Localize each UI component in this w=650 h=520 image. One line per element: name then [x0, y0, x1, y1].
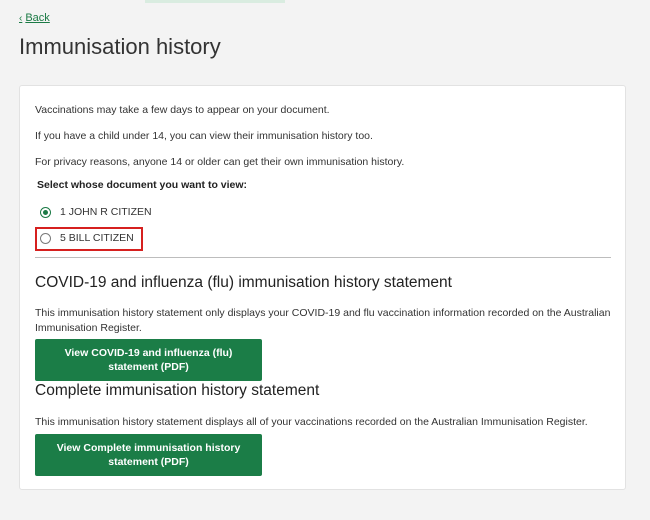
radio-unselected-icon[interactable] [40, 232, 51, 244]
info-text-delay: Vaccinations may take a few days to appe… [35, 104, 330, 116]
info-text-privacy: For privacy reasons, anyone 14 or older … [35, 156, 405, 168]
back-link-label: Back [25, 12, 50, 24]
radio-option-john[interactable]: 1 JOHN R CITIZEN [40, 206, 152, 218]
section-divider [35, 257, 611, 258]
covid-section-description: This immunisation history statement only… [35, 307, 611, 334]
chevron-left-icon: ‹ [19, 12, 23, 24]
radio-option-label: 1 JOHN R CITIZEN [60, 206, 152, 218]
content-card: Vaccinations may take a few days to appe… [19, 85, 626, 490]
view-complete-statement-button[interactable]: View Complete immunisation history state… [35, 434, 262, 476]
radio-option-label: 5 BILL CITIZEN [60, 232, 134, 244]
complete-section-description: This immunisation history statement disp… [35, 416, 588, 428]
back-link[interactable]: ‹ Back [19, 12, 50, 24]
covid-section-title: COVID-19 and influenza (flu) immunisatio… [35, 274, 452, 291]
radio-selected-icon[interactable] [40, 206, 51, 218]
complete-section-title: Complete immunisation history statement [35, 382, 320, 399]
select-person-label: Select whose document you want to view: [37, 179, 248, 191]
page-title: Immunisation history [19, 34, 221, 59]
info-text-child: If you have a child under 14, you can vi… [35, 130, 373, 142]
view-covid-statement-button[interactable]: View COVID-19 and influenza (flu) statem… [35, 339, 262, 381]
header-accent-bar [145, 0, 285, 3]
radio-option-bill[interactable]: 5 BILL CITIZEN [40, 232, 134, 244]
